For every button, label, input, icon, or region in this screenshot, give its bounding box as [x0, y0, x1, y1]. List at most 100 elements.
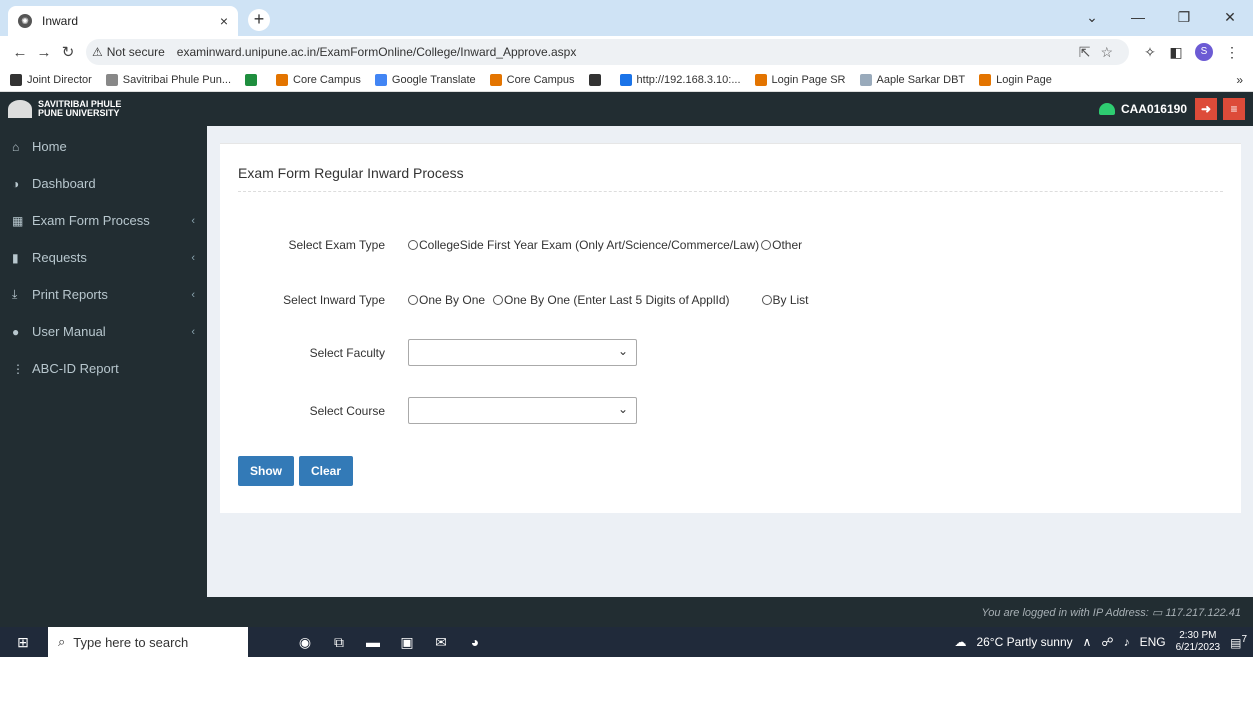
bookmark-label[interactable]: Google Translate: [392, 74, 476, 86]
bookmark-item[interactable]: Google Translate: [374, 73, 476, 86]
logo-line2: PUNE UNIVERSITY: [38, 108, 120, 118]
bookmark-label[interactable]: http://192.168.3.10:...: [637, 74, 741, 86]
faculty-select[interactable]: ⌄: [408, 339, 637, 366]
course-select[interactable]: ⌄: [408, 397, 637, 424]
sidebar-item-label: Requests: [32, 250, 87, 265]
reload-icon[interactable]: ↻: [56, 43, 80, 61]
exam-type-radio-other[interactable]: Other: [761, 238, 802, 252]
radio-circle-icon[interactable]: [408, 240, 418, 250]
user-id[interactable]: CAA016190: [1121, 102, 1187, 116]
url-omnibox[interactable]: ⚠ Not secure examinward.unipune.ac.in/Ex…: [86, 39, 1129, 65]
chevron-down-icon[interactable]: ⌄: [618, 344, 628, 358]
sidebar-item-requests[interactable]: ▮ Requests ‹: [0, 239, 207, 276]
browser-tab[interactable]: ✺ Inward ×: [8, 6, 238, 36]
radio-circle-icon[interactable]: [493, 295, 504, 305]
back-arrow-icon[interactable]: ←: [8, 44, 32, 61]
extensions-icon[interactable]: ✧: [1137, 44, 1163, 61]
file-explorer-icon[interactable]: ▬: [356, 634, 390, 650]
radio-label[interactable]: One By One (Enter Last 5 Digits of ApplI…: [504, 293, 729, 307]
bookmark-favicon-icon: [619, 73, 632, 86]
bookmarks-overflow-icon[interactable]: »: [1236, 73, 1243, 87]
windows-start-icon[interactable]: ⊞: [6, 634, 40, 651]
browser-tab-bar: ✺ Inward × + ⌄ — ❐ ✕: [0, 0, 1253, 36]
weather-text[interactable]: 26°C Partly sunny: [976, 635, 1072, 649]
url-text[interactable]: examinward.unipune.ac.in/ExamFormOnline/…: [177, 45, 577, 59]
university-logo[interactable]: SAVITRIBAI PHULE PUNE UNIVERSITY: [8, 100, 121, 118]
side-panel-icon[interactable]: ◧: [1163, 44, 1189, 61]
bookmark-label[interactable]: Aaple Sarkar DBT: [877, 74, 966, 86]
bookmark-label[interactable]: Joint Director: [27, 74, 92, 86]
new-tab-button[interactable]: +: [248, 9, 270, 31]
inward-type-radio-one-by-one[interactable]: One By One: [408, 293, 485, 307]
clear-button[interactable]: Clear: [299, 456, 354, 486]
hamburger-menu-icon[interactable]: ≡: [1223, 98, 1245, 120]
radio-circle-icon[interactable]: [761, 295, 772, 305]
cortana-icon[interactable]: ◉: [288, 634, 322, 651]
sidebar-item-print-reports[interactable]: ⤓ Print Reports ‹: [0, 276, 207, 313]
language-indicator[interactable]: ENG: [1140, 635, 1166, 649]
tab-search-icon[interactable]: ⌄: [1069, 0, 1115, 36]
radio-circle-icon[interactable]: [761, 240, 772, 250]
bookmark-item[interactable]: [245, 73, 262, 86]
bookmark-label[interactable]: Login Page SR: [772, 74, 846, 86]
bookmark-item[interactable]: Joint Director: [10, 73, 92, 86]
exam-type-radio-first-year[interactable]: CollegeSide First Year Exam (Only Art/Sc…: [408, 238, 759, 252]
bookmark-label[interactable]: Core Campus: [507, 74, 575, 86]
show-button[interactable]: Show: [238, 456, 294, 486]
footer-text: You are logged in with IP Address:: [981, 607, 1149, 619]
bookmark-item[interactable]: [588, 73, 606, 86]
bookmark-item[interactable]: Savitribai Phule Pun...: [105, 73, 231, 86]
notification-icon[interactable]: ▤7: [1230, 634, 1247, 650]
weather-icon[interactable]: ☁: [954, 635, 966, 649]
menu-dots-icon[interactable]: ⋮: [1219, 44, 1245, 61]
not-secure-label[interactable]: Not secure: [107, 45, 171, 59]
bookmark-star-icon[interactable]: ⇱☆: [1079, 44, 1123, 61]
time[interactable]: 2:30 PM: [1176, 630, 1221, 642]
network-icon[interactable]: ☍: [1101, 635, 1113, 649]
radio-label[interactable]: By List: [773, 293, 809, 307]
mail-icon[interactable]: ✉: [424, 634, 458, 651]
profile-avatar[interactable]: S: [1195, 43, 1213, 61]
bookmark-item[interactable]: Aaple Sarkar DBT: [859, 73, 966, 86]
tray-expand-icon[interactable]: ∧: [1083, 635, 1092, 649]
logout-icon[interactable]: ➜: [1195, 98, 1217, 120]
radio-label[interactable]: Other: [772, 238, 802, 252]
taskbar-search-box[interactable]: ⌕ Type here to search: [48, 627, 248, 657]
warning-icon[interactable]: ⚠: [92, 45, 103, 59]
bookmark-item[interactable]: Core Campus: [276, 73, 361, 86]
clock[interactable]: 2:30 PM 6/21/2023: [1176, 630, 1221, 654]
inward-type-radio-by-list[interactable]: By List: [761, 293, 809, 307]
forward-arrow-icon[interactable]: →: [32, 44, 56, 61]
bookmark-label[interactable]: Savitribai Phule Pun...: [123, 74, 231, 86]
bookmark-favicon-icon: [105, 73, 118, 86]
sidebar-item-user-manual[interactable]: ● User Manual ‹: [0, 313, 207, 350]
bookmark-item[interactable]: Core Campus: [489, 73, 575, 86]
radio-label[interactable]: One By One: [419, 293, 485, 307]
bookmark-label[interactable]: Core Campus: [293, 74, 361, 86]
task-view-icon[interactable]: ⧉: [322, 634, 356, 651]
close-window-button[interactable]: ✕: [1207, 0, 1253, 36]
bookmark-item[interactable]: Login Page SR: [754, 73, 846, 86]
chrome-icon[interactable]: ◕: [458, 634, 492, 650]
sidebar-item-dashboard[interactable]: ◑ Dashboard: [0, 165, 207, 202]
bookmark-item[interactable]: http://192.168.3.10:...: [619, 73, 741, 86]
sidebar-item-abc-id-report[interactable]: ⋮ ABC-ID Report: [0, 350, 207, 387]
minimize-button[interactable]: —: [1115, 0, 1161, 36]
sidebar-item-exam-form-process[interactable]: ▦ Exam Form Process ‹: [0, 202, 207, 239]
date[interactable]: 6/21/2023: [1176, 642, 1221, 654]
radio-circle-icon[interactable]: [408, 295, 418, 305]
volume-icon[interactable]: ♪: [1124, 635, 1130, 649]
radio-label[interactable]: CollegeSide First Year Exam (Only Art/Sc…: [419, 238, 759, 252]
bookmark-favicon-icon: [754, 73, 767, 86]
search-placeholder[interactable]: Type here to search: [73, 635, 188, 650]
footer: You are logged in with IP Address: ▭ 117…: [0, 597, 1253, 627]
tab-close-icon[interactable]: ×: [220, 13, 228, 29]
chevron-down-icon[interactable]: ⌄: [618, 402, 628, 416]
university-seal-icon: [8, 100, 32, 118]
bookmark-label[interactable]: Login Page: [996, 74, 1052, 86]
inward-type-radio-appl-id[interactable]: One By One (Enter Last 5 Digits of ApplI…: [493, 293, 730, 307]
sidebar-item-home[interactable]: ⌂ Home: [0, 128, 207, 165]
restore-button[interactable]: ❐: [1161, 0, 1207, 36]
bookmark-item[interactable]: Login Page: [979, 73, 1052, 86]
store-icon[interactable]: ▣: [390, 634, 424, 651]
